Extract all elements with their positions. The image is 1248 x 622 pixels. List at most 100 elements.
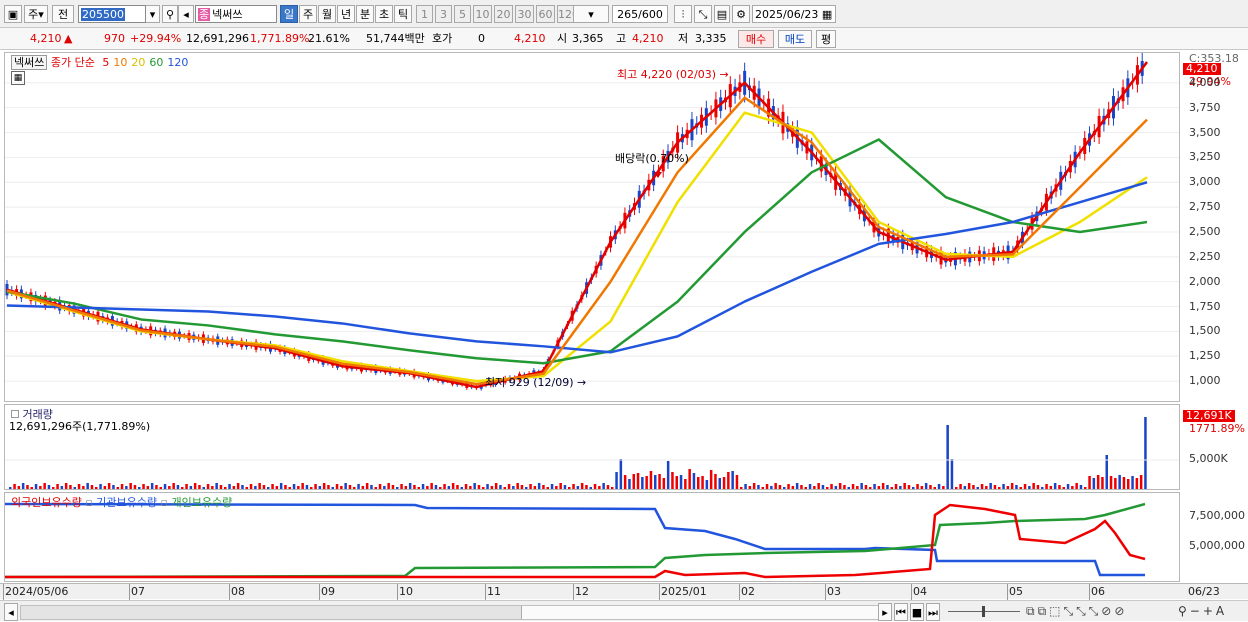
sell-button[interactable]: 매도 [778,30,812,48]
gear-icon[interactable]: ⚙ [732,5,750,23]
bar-count-input[interactable]: 265/600 [612,5,668,23]
volume-bar [593,484,597,489]
type-label: 주 [28,8,39,21]
turnover: 21.61% [308,32,350,45]
volume-bar [206,484,210,489]
date-input[interactable]: 2025/06/23 ▦ [752,5,836,23]
x-tick [659,584,660,600]
search-icon[interactable]: ⚲ [162,5,178,23]
investor-chart[interactable]: 외국인보유수량 ▫ 기관보유수량 ▫ 개인보유수량 [4,492,1180,582]
volume-bar [482,487,485,489]
draw-icon[interactable]: ⤡ [694,5,712,23]
volume-bar [808,484,812,489]
legend-sep: ▫ [85,496,97,509]
volume-last-box: 12,691K [1183,410,1235,422]
interval-button[interactable]: 3 [435,5,452,23]
price-chart[interactable]: 넥써쓰 종가 단순 5 10 20 60 120 ▦ 최고 4,220 (02/03) … [4,52,1180,402]
period-tab[interactable]: 일 [280,5,298,23]
zoom-slider[interactable] [948,606,1020,617]
stock-code: 205500 [81,8,125,21]
scroll-right-icon[interactable]: ▸ [878,603,892,621]
volume-bar [43,483,46,489]
period-tab[interactable]: 틱 [394,5,412,23]
price-y-tick: 1,250 [1189,349,1221,363]
volume-bar [688,469,691,489]
x-tick [1007,584,1008,600]
stock-name-field[interactable]: 종 넥써쓰 [195,5,277,23]
volume-bar [155,485,158,489]
volume-bar [361,486,365,489]
stock-code-input[interactable]: 205500 [78,5,146,23]
volume-bar [869,487,872,489]
buy-button[interactable]: 매수 [738,30,774,48]
prev-button[interactable]: 전 [52,5,74,23]
period-tab[interactable]: 년 [337,5,355,23]
x-tick [485,584,486,600]
interval-button[interactable]: 60 [536,5,555,23]
rewind-icon[interactable]: ⏮ [894,603,908,621]
volume-bar [236,483,240,489]
investor-y-tick-high: 7,500,000 [1189,509,1245,522]
volume-bar [322,483,326,489]
eval-button[interactable]: 평 [816,30,836,48]
save-icon[interactable]: ▤ [714,5,730,23]
candle-icon[interactable]: ⫶ [674,5,692,23]
volume-bar [1122,477,1126,489]
volume-bar [17,486,21,489]
volume-chart[interactable]: 거래량 12,691,296주(1,771.89%) [4,404,1180,490]
volume-bar [692,473,696,489]
volume-bar [563,485,567,489]
speaker-icon[interactable]: ◂ [178,5,194,23]
volume-summary: 12,691,296주(1,771.89%) [9,420,151,433]
volume-bar [1096,475,1100,489]
open-value: 3,365 [572,32,604,45]
interval-button[interactable]: 30 [515,5,534,23]
scroll-left-icon[interactable]: ◂ [4,603,18,621]
interval-dropdown[interactable]: ▾ [573,5,609,23]
volume-bar [473,483,476,489]
grid-icon[interactable]: ▦ [11,71,25,85]
period-tab[interactable]: 월 [318,5,336,23]
volume-bar [671,472,674,489]
forward-icon[interactable]: ⏭ [926,603,940,621]
scroll-thumb[interactable] [521,606,878,619]
interval-button[interactable]: 1 [416,5,433,23]
period-tab[interactable]: 분 [356,5,374,23]
dividend-annotation: 배당락(0.70%) [615,152,689,165]
volume-bar [1114,478,1117,489]
x-tick [573,584,574,600]
volume-bar [765,484,769,489]
scroll-bar: ◂ ▸ ⏮ ■ ⏭ ⧉⧉⬚⤡⤡⤡⊘⊘ ⚲−+A [0,600,1248,621]
volume-bar [310,487,313,489]
ma-legend-item: 10 [113,56,128,69]
type-select[interactable]: 주▾ [24,5,48,23]
interval-button[interactable]: 20 [494,5,513,23]
interval-button[interactable]: 5 [454,5,471,23]
volume-bar [305,485,309,489]
volume-bar [1084,487,1087,489]
zoom-icons[interactable]: ⚲−+A [1178,604,1227,618]
volume-bar [288,487,291,489]
interval-button[interactable]: 10 [473,5,492,23]
volume-bar [327,485,330,489]
volume-bar [718,478,721,489]
volume-bar [611,487,614,489]
period-tab[interactable]: 주 [299,5,317,23]
volume-bar [267,487,270,489]
stock-tag: 종 [198,8,211,21]
volume-bar [967,483,971,489]
stop-icon[interactable]: ■ [910,603,924,621]
price-change: 970 [104,32,125,45]
layout-icon[interactable]: ▣ [4,5,22,23]
period-tab[interactable]: 초 [375,5,393,23]
volume-bar [344,483,347,489]
volume-bar [172,483,175,489]
volume-bar [249,484,253,489]
scroll-track[interactable] [20,605,878,620]
volume-bar [761,487,764,489]
tool-icons[interactable]: ⧉⧉⬚⤡⤡⤡⊘⊘ [1026,604,1127,619]
volume-bar [408,483,412,489]
zoom-slider-handle[interactable] [982,606,985,617]
calendar-icon[interactable]: ▦ [822,8,832,21]
code-dropdown-icon[interactable]: ▾ [146,5,160,23]
